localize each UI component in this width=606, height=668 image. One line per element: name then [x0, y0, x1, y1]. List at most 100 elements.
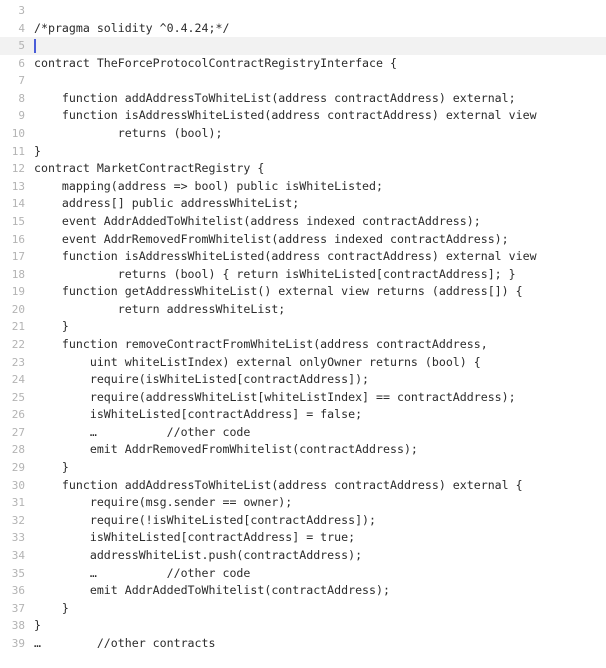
code-line-text[interactable]: mapping(address => bool) public isWhiteL…: [34, 178, 383, 196]
code-line[interactable]: 7: [0, 72, 606, 90]
code-line-text[interactable]: function removeContractFromWhiteList(add…: [34, 336, 488, 354]
code-line-text[interactable]: }: [34, 143, 41, 161]
line-number: 28: [11, 443, 25, 457]
code-line[interactable]: 26 isWhiteListed[contractAddress] = fals…: [0, 406, 606, 424]
code-line[interactable]: 39 … //other contracts: [0, 635, 606, 653]
line-number: 25: [11, 390, 25, 404]
code-line[interactable]: 12 contract MarketContractRegistry {: [0, 160, 606, 178]
code-lines-container[interactable]: 3 4 /*pragma solidity ^0.4.24;*/5 6 contract…: [0, 2, 606, 652]
line-number: 24: [11, 373, 25, 387]
code-line-text[interactable]: }: [34, 318, 69, 336]
code-line[interactable]: 15 event AddrAddedToWhitelist(address in…: [0, 213, 606, 231]
code-line[interactable]: 17 function isAddressWhiteListed(address…: [0, 248, 606, 266]
code-line[interactable]: 27 … //other code: [0, 424, 606, 442]
code-line-text[interactable]: require(addressWhiteList[whiteListIndex]…: [34, 389, 516, 407]
code-line[interactable]: 22 function removeContractFromWhiteList(…: [0, 336, 606, 354]
line-number: 29: [11, 461, 25, 475]
code-line[interactable]: 32 require(!isWhiteListed[contractAddres…: [0, 512, 606, 530]
line-number: 12: [11, 162, 25, 176]
code-line[interactable]: 37 }: [0, 600, 606, 618]
line-number: 31: [11, 496, 25, 510]
code-line[interactable]: 5: [0, 37, 606, 55]
code-line-text[interactable]: function isAddressWhiteListed(address co…: [34, 248, 537, 266]
line-number: 37: [11, 601, 25, 615]
line-number: 15: [11, 214, 25, 228]
code-line[interactable]: 35 … //other code: [0, 565, 606, 583]
code-line[interactable]: 8 function addAddressToWhiteList(address…: [0, 90, 606, 108]
code-line[interactable]: 34 addressWhiteList.push(contractAddress…: [0, 547, 606, 565]
code-line-text[interactable]: … //other code: [34, 424, 251, 442]
code-line-text[interactable]: event AddrRemovedFromWhitelist(address i…: [34, 231, 509, 249]
code-line[interactable]: 14 address[] public addressWhiteList;: [0, 195, 606, 213]
code-line[interactable]: 30 function addAddressToWhiteList(addres…: [0, 477, 606, 495]
code-line[interactable]: 3: [0, 2, 606, 20]
line-number: 11: [11, 144, 25, 158]
line-number: 21: [11, 320, 25, 334]
line-number: 7: [18, 74, 25, 88]
line-number: 17: [11, 250, 25, 264]
line-number: 10: [11, 127, 25, 141]
code-line[interactable]: 21 }: [0, 318, 606, 336]
code-line[interactable]: 11}: [0, 143, 606, 161]
code-line-text[interactable]: require(!isWhiteListed[contractAddress])…: [34, 512, 376, 530]
code-line-text[interactable]: function addAddressToWhiteList(address c…: [34, 477, 523, 495]
line-number: 23: [11, 355, 25, 369]
code-line[interactable]: 4 /*pragma solidity ^0.4.24;*/: [0, 20, 606, 38]
code-line-text[interactable]: function addAddressToWhiteList(address c…: [34, 90, 516, 108]
code-line-text[interactable]: returns (bool) { return isWhiteListed[co…: [34, 266, 516, 284]
line-number: 18: [11, 267, 25, 281]
line-number: 33: [11, 531, 25, 545]
code-line-text[interactable]: returns (bool);: [34, 125, 223, 143]
line-number: 13: [11, 179, 25, 193]
code-editor[interactable]: 3 4 /*pragma solidity ^0.4.24;*/5 6 contract…: [0, 0, 606, 668]
code-line-text[interactable]: addressWhiteList.push(contractAddress);: [34, 547, 362, 565]
code-line-text[interactable]: emit AddrAddedToWhitelist(contractAddres…: [34, 582, 390, 600]
code-line[interactable]: 36 emit AddrAddedToWhitelist(contractAdd…: [0, 582, 606, 600]
code-line-text[interactable]: function getAddressWhiteList() external …: [34, 283, 523, 301]
code-line-text[interactable]: contract MarketContractRegistry {: [34, 160, 264, 178]
code-line-text[interactable]: }: [34, 459, 69, 477]
code-line-text[interactable]: }: [34, 600, 69, 618]
code-line[interactable]: 33 isWhiteListed[contractAddress] = true…: [0, 529, 606, 547]
line-number: 6: [18, 56, 25, 70]
code-line-text[interactable]: uint whiteListIndex) external onlyOwner …: [34, 354, 481, 372]
code-line[interactable]: 19 function getAddressWhiteList() extern…: [0, 283, 606, 301]
code-line-text[interactable]: event AddrAddedToWhitelist(address index…: [34, 213, 481, 231]
code-line-text[interactable]: function isAddressWhiteListed(address co…: [34, 107, 537, 125]
code-line-text[interactable]: emit AddrRemovedFromWhitelist(contractAd…: [34, 441, 418, 459]
code-line[interactable]: 13 mapping(address => bool) public isWhi…: [0, 178, 606, 196]
code-line[interactable]: 31 require(msg.sender == owner);: [0, 494, 606, 512]
code-line[interactable]: 6 contract TheForceProtocolContractRegist…: [0, 55, 606, 73]
code-line[interactable]: 23 uint whiteListIndex) external onlyOwn…: [0, 354, 606, 372]
code-line[interactable]: 38}: [0, 617, 606, 635]
code-line-text[interactable]: … //other code: [34, 565, 251, 583]
code-line[interactable]: 10 returns (bool);: [0, 125, 606, 143]
code-line-text[interactable]: require(msg.sender == owner);: [34, 494, 292, 512]
code-line[interactable]: 18 returns (bool) { return isWhiteListed…: [0, 266, 606, 284]
code-line-text[interactable]: /*pragma solidity ^0.4.24;*/: [34, 20, 229, 38]
code-line[interactable]: 28 emit AddrRemovedFromWhitelist(contrac…: [0, 441, 606, 459]
code-line-text[interactable]: return addressWhiteList;: [34, 301, 286, 319]
code-line[interactable]: 24 require(isWhiteListed[contractAddress…: [0, 371, 606, 389]
code-line[interactable]: 25 require(addressWhiteList[whiteListInd…: [0, 389, 606, 407]
code-line-text[interactable]: isWhiteListed[contractAddress] = true;: [34, 529, 355, 547]
code-line-text[interactable]: isWhiteListed[contractAddress] = false;: [34, 406, 362, 424]
line-number: 22: [11, 337, 25, 351]
code-line-text[interactable]: require(isWhiteListed[contractAddress]);: [34, 371, 369, 389]
code-line-text[interactable]: }: [34, 617, 41, 635]
code-line-text[interactable]: address[] public addressWhiteList;: [34, 195, 299, 213]
code-line[interactable]: 29 }: [0, 459, 606, 477]
code-line-text[interactable]: … //other contracts: [34, 635, 215, 653]
code-line[interactable]: 16 event AddrRemovedFromWhitelist(addres…: [0, 231, 606, 249]
line-number: 26: [11, 408, 25, 422]
line-number: 8: [18, 91, 25, 105]
line-number: 9: [18, 109, 25, 123]
line-number: 16: [11, 232, 25, 246]
line-number: 4: [18, 21, 25, 35]
code-line-text[interactable]: contract TheForceProtocolContractRegistr…: [34, 55, 397, 73]
line-number: 14: [11, 197, 25, 211]
line-number: 27: [11, 425, 25, 439]
line-number: 36: [11, 584, 25, 598]
code-line[interactable]: 9 function isAddressWhiteListed(address …: [0, 107, 606, 125]
code-line[interactable]: 20 return addressWhiteList;: [0, 301, 606, 319]
